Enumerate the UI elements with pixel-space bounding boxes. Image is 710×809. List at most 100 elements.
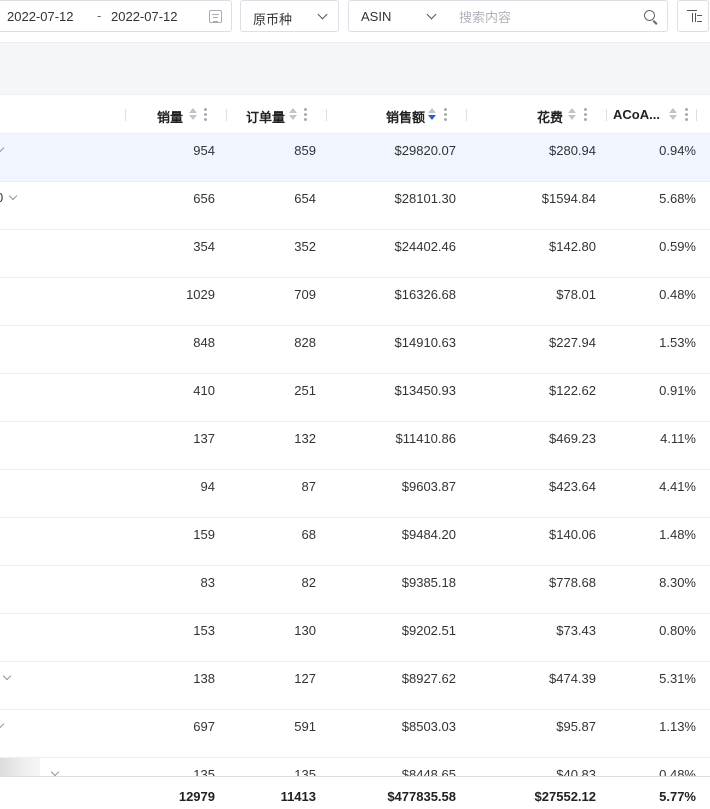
table-row[interactable]: 954 859 $29820.07 $280.94 0.94% <box>0 134 710 182</box>
cell-acos: 1.48% <box>659 527 696 542</box>
table-row[interactable]: 94 87 $9603.87 $423.64 4.41% <box>0 470 710 518</box>
table-row[interactable]: 153 130 $9202.51 $73.43 0.80% <box>0 614 710 662</box>
cell-acos: 0.80% <box>659 623 696 638</box>
cell-revenue: $8927.62 <box>401 671 456 686</box>
table-row[interactable]: 354 352 $24402.46 $142.80 0.59% <box>0 230 710 278</box>
sort-icon[interactable] <box>289 108 297 122</box>
currency-select-value: 原币种 <box>253 12 293 27</box>
toolbar: 2022-07-12 - 2022-07-12 原币种 ASIN <box>0 0 710 34</box>
cell-revenue: $28101.30 <box>394 191 456 206</box>
table-row[interactable]: 83 82 $9385.18 $778.68 8.30% <box>0 566 710 614</box>
cell-acos: 0.94% <box>659 143 696 158</box>
cell-spend: $227.94 <box>549 335 596 350</box>
filter-lines-icon <box>697 15 702 22</box>
search-icon[interactable] <box>644 10 655 21</box>
column-menu-icon[interactable] <box>304 108 307 121</box>
cell-revenue: $9385.18 <box>401 575 456 590</box>
cell-acos: 5.31% <box>659 671 696 686</box>
table-row[interactable]: 848 828 $14910.63 $227.94 1.53% <box>0 326 710 374</box>
table-row[interactable]: 138 127 $8927.62 $474.39 5.31% <box>0 662 710 710</box>
cell-acos: 1.13% <box>659 719 696 734</box>
cell-sales: 1029 <box>186 287 215 302</box>
search-type-select[interactable]: ASIN <box>348 0 448 32</box>
search-box <box>447 0 668 32</box>
table-row[interactable]: 159 68 $9484.20 $140.06 1.48% <box>0 518 710 566</box>
sort-desc-icon[interactable] <box>428 108 436 122</box>
table-header: 销量 订单量 销售额 花费 ACoA... <box>0 94 710 134</box>
table-row[interactable]: 137 132 $11410.86 $469.23 4.11% <box>0 422 710 470</box>
cell-orders: 709 <box>294 287 316 302</box>
cell-revenue: $8503.03 <box>401 719 456 734</box>
row-label-fragment: 0 <box>0 190 3 205</box>
cell-acos: 0.48% <box>659 287 696 302</box>
cell-revenue: $9202.51 <box>401 623 456 638</box>
cell-orders: 87 <box>301 479 316 494</box>
column-menu-icon[interactable] <box>204 108 207 121</box>
cell-acos: 1.53% <box>659 335 696 350</box>
cell-spend: $140.06 <box>549 527 596 542</box>
total-spend: $27552.12 <box>534 789 596 804</box>
sort-icon[interactable] <box>189 108 197 122</box>
sort-icon[interactable] <box>568 108 576 122</box>
date-end[interactable]: 2022-07-12 <box>111 9 178 24</box>
cell-spend: $423.64 <box>549 479 596 494</box>
cell-revenue: $13450.93 <box>394 383 456 398</box>
cell-spend: $474.39 <box>549 671 596 686</box>
cell-revenue: $11410.86 <box>395 431 457 446</box>
header-spend-label: 花费 <box>537 110 564 125</box>
chevron-down-icon[interactable] <box>0 719 5 729</box>
total-sales: 12979 <box>178 789 215 804</box>
header-spend[interactable]: 花费 <box>467 95 606 135</box>
cell-spend: $78.01 <box>556 287 596 302</box>
currency-select[interactable]: 原币种 <box>240 0 339 32</box>
cell-revenue: $29820.07 <box>394 143 456 158</box>
cell-orders: 251 <box>294 383 316 398</box>
cell-orders: 127 <box>294 671 316 686</box>
column-filter-button[interactable] <box>677 0 709 32</box>
summary-band <box>0 42 710 94</box>
header-sales[interactable]: 销量 <box>126 95 226 135</box>
date-range-picker[interactable]: 2022-07-12 - 2022-07-12 <box>0 0 232 32</box>
header-acos[interactable]: ACoA... <box>607 95 710 135</box>
header-revenue[interactable]: 销售额 <box>327 95 466 135</box>
search-type-value: ASIN <box>361 9 392 24</box>
cell-orders: 352 <box>294 239 316 254</box>
cell-revenue: $9603.87 <box>401 479 456 494</box>
search-input[interactable] <box>459 8 639 26</box>
column-menu-icon[interactable] <box>444 108 447 121</box>
table-row[interactable]: 410 251 $13450.93 $122.62 0.91% <box>0 374 710 422</box>
cell-sales: 410 <box>193 383 215 398</box>
chevron-down-icon[interactable] <box>2 671 12 681</box>
cell-revenue: $14910.63 <box>394 335 456 350</box>
column-separator <box>696 109 697 121</box>
table-row[interactable]: 1029 709 $16326.68 $78.01 0.48% <box>0 278 710 326</box>
cell-spend: $469.23 <box>549 431 596 446</box>
chevron-down-icon[interactable] <box>50 767 60 777</box>
cell-sales: 138 <box>193 671 215 686</box>
cell-sales: 94 <box>200 479 215 494</box>
cell-sales: 697 <box>193 719 215 734</box>
header-orders[interactable]: 订单量 <box>227 95 326 135</box>
cell-acos: 5.68% <box>659 191 696 206</box>
cell-acos: 8.30% <box>659 575 696 590</box>
cell-acos: 0.91% <box>659 383 696 398</box>
column-menu-icon[interactable] <box>584 108 587 121</box>
date-start[interactable]: 2022-07-12 <box>7 9 74 24</box>
table-row[interactable]: 0 656 654 $28101.30 $1594.84 5.68% <box>0 182 710 230</box>
chevron-down-icon[interactable] <box>8 191 18 201</box>
cell-orders: 68 <box>301 527 316 542</box>
cell-sales: 83 <box>200 575 215 590</box>
calendar-icon[interactable] <box>209 10 222 23</box>
total-orders: 11413 <box>280 789 316 804</box>
chevron-down-icon[interactable] <box>0 143 5 153</box>
chevron-down-icon <box>317 9 328 20</box>
date-separator: - <box>97 8 102 23</box>
cell-orders: 828 <box>294 335 316 350</box>
cell-sales: 656 <box>193 191 215 206</box>
sort-icon[interactable] <box>669 108 677 122</box>
cell-sales: 153 <box>193 623 215 638</box>
cell-acos: 4.41% <box>659 479 696 494</box>
table-row[interactable]: 697 591 $8503.03 $95.87 1.13% <box>0 710 710 758</box>
chevron-down-icon <box>426 9 437 20</box>
column-menu-icon[interactable] <box>685 108 688 121</box>
